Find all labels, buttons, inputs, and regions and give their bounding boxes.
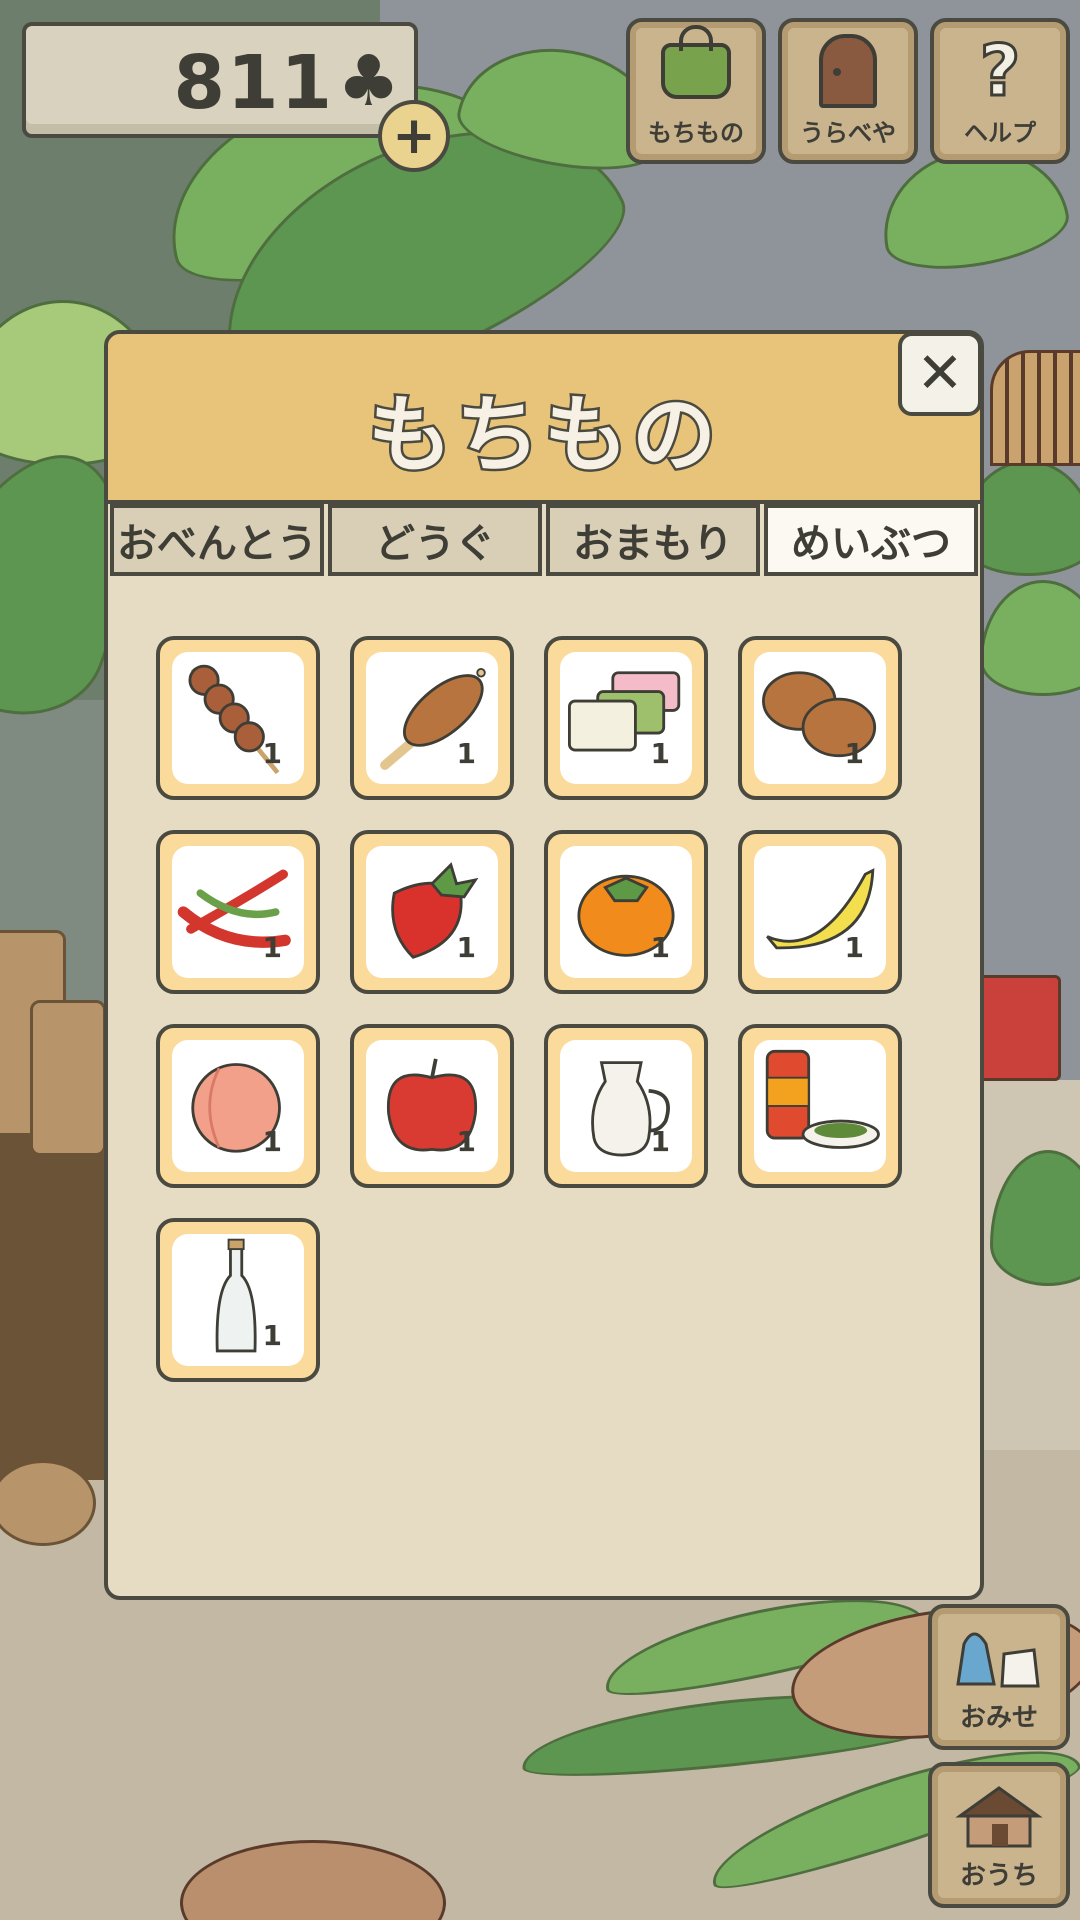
shop-icon [956, 1632, 1040, 1688]
door-icon [819, 34, 877, 108]
item-quantity: 1 [262, 1125, 282, 1158]
category-tabs: おべんとう どうぐ おまもり めいぶつ [108, 504, 980, 580]
add-clover-button[interactable]: + [378, 100, 450, 172]
item-slot[interactable]: 1 [350, 1024, 514, 1188]
apple-icon [386, 1058, 478, 1152]
item-slot[interactable]: 1 [544, 636, 708, 800]
clover-count: 811 [173, 40, 334, 126]
dango-icon [188, 664, 280, 775]
item-quantity: 1 [262, 1319, 282, 1352]
garden-soil [0, 1100, 110, 1480]
house-icon [955, 1786, 1043, 1848]
wood-stump [30, 1000, 106, 1156]
mailbox [975, 975, 1061, 1081]
tab-bento[interactable]: おべんとう [110, 504, 324, 576]
shop-button[interactable]: おみせ [928, 1604, 1070, 1750]
inventory-dialog: もちもの おべんとう どうぐ おまもり めいぶつ 1 1 1 1 1 1 1 1… [104, 330, 984, 1600]
help-icon: ? [978, 30, 1022, 112]
home-button[interactable]: おうち [928, 1762, 1070, 1908]
item-slot[interactable]: 1 [544, 1024, 708, 1188]
chili-peppers-icon [177, 869, 291, 948]
back-room-button-label: うらべや [800, 119, 896, 147]
item-slot[interactable]: 1 [156, 830, 320, 994]
shop-button-label: おみせ [959, 1703, 1038, 1733]
clover-counter: 811 ♣ [22, 22, 418, 138]
inventory-button[interactable]: もちもの [626, 18, 766, 164]
item-quantity: 1 [456, 931, 476, 964]
dialog-title: もちもの [365, 384, 720, 487]
wooden-gate [990, 350, 1080, 466]
item-slot[interactable]: 1 [156, 636, 320, 800]
item-slot[interactable]: 1 [156, 1218, 320, 1382]
glass-bottle-icon [215, 1238, 257, 1353]
tea-can-icon [765, 1049, 880, 1149]
mitarashi-skewer-icon [380, 668, 486, 770]
item-quantity: 1 [844, 931, 864, 964]
item-slot[interactable] [738, 1024, 902, 1188]
item-slot[interactable]: 1 [738, 830, 902, 994]
persimmon-icon [577, 874, 675, 957]
tricolor-mochi-icon [568, 671, 681, 752]
help-button[interactable]: ? ヘルプ [930, 18, 1070, 164]
item-quantity: 1 [262, 931, 282, 964]
banana-icon [766, 868, 875, 950]
help-button-label: ヘルプ [964, 119, 1036, 147]
item-slot[interactable]: 1 [156, 1024, 320, 1188]
item-grid: 1 1 1 1 1 1 1 1 1 1 1 1 [156, 636, 902, 1382]
item-quantity: 1 [456, 737, 476, 770]
back-room-button[interactable]: うらべや [778, 18, 918, 164]
tab-charms[interactable]: おまもり [546, 504, 760, 576]
manju-buns-icon [762, 671, 877, 758]
item-quantity: 1 [650, 737, 670, 770]
milk-pitcher-icon [591, 1061, 670, 1157]
item-slot[interactable]: 1 [350, 636, 514, 800]
item-quantity: 1 [456, 1125, 476, 1158]
item-quantity: 1 [650, 1125, 670, 1158]
strawberry-icon [391, 862, 479, 959]
bag-icon [661, 25, 731, 99]
item-slot[interactable]: 1 [350, 830, 514, 994]
item-quantity: 1 [262, 737, 282, 770]
dialog-header: もちもの [108, 334, 980, 504]
inventory-button-label: もちもの [648, 119, 744, 147]
tab-tools[interactable]: どうぐ [328, 504, 542, 576]
tab-souvenirs[interactable]: めいぶつ [764, 504, 978, 576]
peach-icon [191, 1063, 281, 1153]
item-quantity: 1 [650, 931, 670, 964]
close-button[interactable]: ✕ [898, 332, 982, 416]
item-quantity: 1 [844, 737, 864, 770]
home-button-label: おうち [959, 1861, 1038, 1891]
item-slot[interactable]: 1 [544, 830, 708, 994]
clover-icon: ♣ [337, 40, 400, 122]
item-slot[interactable]: 1 [738, 636, 902, 800]
